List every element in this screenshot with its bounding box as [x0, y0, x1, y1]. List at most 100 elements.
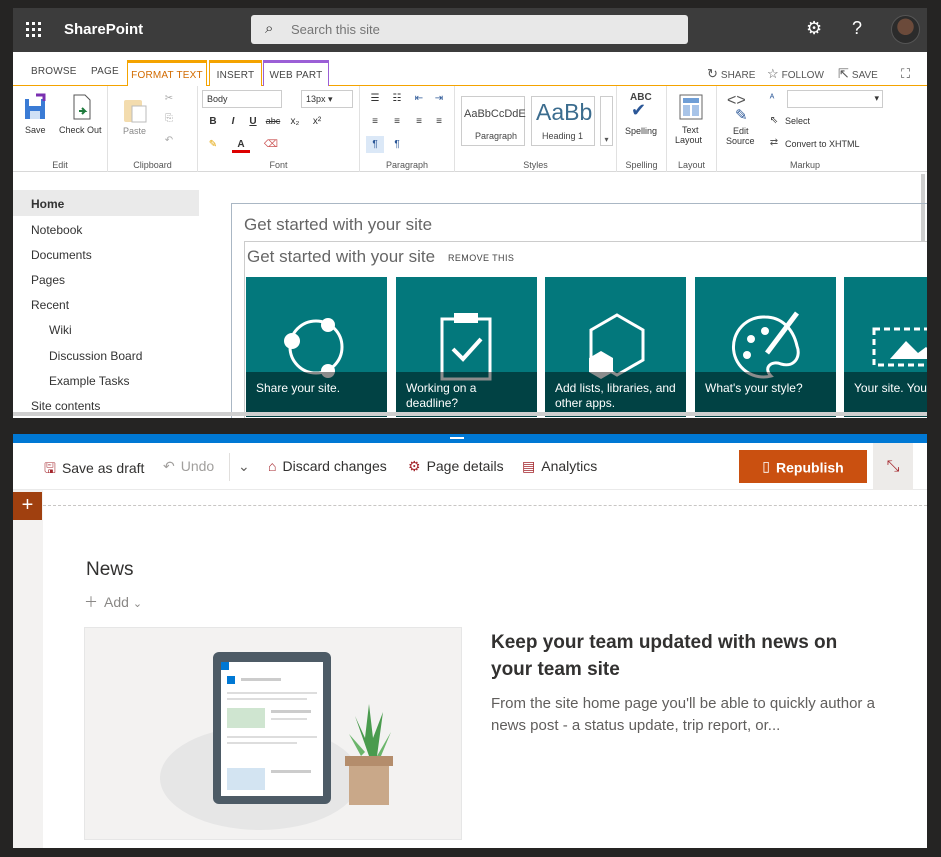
nav-item-pages[interactable]: Pages — [31, 273, 65, 287]
avatar[interactable] — [891, 15, 920, 44]
tile-your-site[interactable]: Your site. Your — [844, 277, 927, 417]
styles-more-icon[interactable]: ▾ — [600, 96, 613, 146]
numbered-list-icon[interactable]: ☷ — [388, 90, 406, 107]
search-input[interactable] — [291, 15, 671, 44]
tile-style[interactable]: What's your style? — [695, 277, 836, 417]
undo-menu-chevron-icon[interactable]: ⌄ — [238, 458, 250, 475]
convert-xhtml-button[interactable]: Convert to XHTML — [785, 139, 860, 149]
font-size-select[interactable]: 13px ▾ — [301, 90, 353, 108]
style-paragraph[interactable]: AaBbCcDdE Paragraph — [461, 96, 526, 146]
undo-button[interactable]: ↶ Undo — [163, 458, 214, 475]
edit-source-label1[interactable]: Edit — [733, 126, 749, 136]
save-draft-label: Save as draft — [61, 460, 145, 476]
tab-insert[interactable]: INSERT — [209, 60, 262, 87]
save-button[interactable]: Save — [25, 125, 46, 135]
markup-style-select[interactable]: ▾ — [787, 90, 883, 108]
paste-icon[interactable] — [122, 96, 148, 129]
search-icon: ⌕ — [265, 20, 274, 37]
outdent-icon[interactable]: ⇤ — [410, 90, 428, 107]
news-illustration[interactable] — [84, 627, 462, 840]
tab-page[interactable]: PAGE — [91, 66, 119, 77]
spelling-group: ABC ✔ Spelling Spelling — [617, 86, 667, 172]
save-draft-button[interactable]: 🖫 Save as draft — [44, 458, 144, 482]
undo-icon: ↶ — [163, 458, 175, 474]
highlight-icon[interactable]: ✎ — [204, 136, 222, 153]
convert-icon[interactable]: ⇄ — [765, 134, 783, 151]
clear-format-icon[interactable]: ⌫ — [262, 136, 280, 153]
copy-icon[interactable]: ⎘ — [160, 110, 178, 127]
add-news-label: Add — [104, 594, 129, 610]
republish-button[interactable]: ▯ Republish — [739, 450, 867, 483]
align-center-icon[interactable]: ≡ — [388, 113, 406, 130]
check-out-button[interactable]: Check Out — [59, 125, 102, 135]
save-action[interactable]: ⇱ SAVE — [838, 66, 878, 82]
remove-this-link[interactable]: REMOVE THIS — [448, 253, 514, 263]
select-cursor-icon[interactable]: ⇖ — [765, 112, 783, 129]
help-icon[interactable]: ? — [852, 18, 862, 39]
add-section-button[interactable]: + — [13, 492, 42, 520]
tile-add-apps[interactable]: Add lists, libraries, and other apps. — [545, 277, 686, 417]
language-icon[interactable]: ᴬ — [763, 90, 781, 107]
nav-item-home[interactable]: Home — [13, 190, 199, 216]
follow-action[interactable]: ☆ FOLLOW — [767, 66, 824, 82]
focus-content-icon[interactable]: ⛶ — [901, 66, 910, 82]
paste-button[interactable]: Paste — [123, 126, 146, 136]
edit-group: Save Check Out Edit — [13, 86, 108, 172]
search-box[interactable]: ⌕ — [251, 15, 688, 44]
cut-icon[interactable]: ✂ — [160, 90, 178, 107]
align-right-icon[interactable]: ≡ — [410, 113, 428, 130]
justify-icon[interactable]: ≡ — [430, 113, 448, 130]
tile-deadline[interactable]: Working on a deadline? — [396, 277, 537, 417]
tile-share-site[interactable]: Share your site. — [246, 277, 387, 417]
nav-item-recent[interactable]: Recent — [31, 298, 69, 312]
collapse-icon[interactable]: ⤡ — [873, 443, 913, 490]
app-name[interactable]: SharePoint — [64, 21, 143, 38]
indent-icon[interactable]: ⇥ — [430, 90, 448, 107]
drag-handle-icon[interactable] — [450, 437, 464, 439]
gear-icon[interactable]: ⚙ — [806, 18, 822, 39]
edit-mode-bar — [13, 434, 927, 443]
discard-changes-button[interactable]: ⌂ Discard changes — [268, 458, 387, 474]
add-news-button[interactable]: ＋ Add ⌄ — [84, 592, 142, 612]
style-heading1[interactable]: AaBb Heading 1 — [531, 96, 595, 146]
bold-button[interactable]: B — [204, 113, 222, 130]
italic-button[interactable]: I — [224, 113, 242, 130]
nav-item-notebook[interactable]: Notebook — [31, 223, 82, 237]
ltr-icon[interactable]: ¶ — [366, 136, 384, 153]
news-headline[interactable]: Keep your team updated with news on your… — [491, 629, 871, 683]
nav-item-documents[interactable]: Documents — [31, 248, 92, 262]
font-style-select[interactable]: Body — [202, 90, 282, 108]
check-out-icon[interactable] — [69, 93, 95, 126]
tab-web-part[interactable]: WEB PART — [263, 60, 329, 87]
checkmark-icon[interactable]: ✔ — [631, 100, 646, 121]
text-layout-label1[interactable]: Text — [682, 125, 699, 135]
analytics-label: Analytics — [541, 458, 598, 474]
text-layout-label2[interactable]: Layout — [675, 135, 702, 145]
app-launcher-icon[interactable] — [26, 22, 42, 38]
rtl-icon[interactable]: ¶ — [388, 136, 406, 153]
tab-browse[interactable]: BROWSE — [31, 66, 77, 77]
align-left-icon[interactable]: ≡ — [366, 113, 384, 130]
subscript-button[interactable]: x₂ — [286, 113, 304, 130]
nav-item-discussion-board[interactable]: Discussion Board — [49, 349, 142, 363]
select-button[interactable]: Select — [785, 116, 810, 126]
analytics-button[interactable]: ▤ Analytics — [522, 458, 597, 475]
page-details-button[interactable]: ⚙ Page details — [408, 458, 504, 475]
superscript-button[interactable]: x² — [308, 113, 326, 130]
nav-item-site-contents[interactable]: Site contents — [31, 399, 100, 413]
bullet-list-icon[interactable]: ☰ — [366, 90, 384, 107]
text-layout-icon[interactable] — [679, 94, 703, 125]
share-action[interactable]: ↻ SHARE — [707, 66, 755, 82]
layout-group-label: Layout — [677, 160, 706, 170]
nav-item-example-tasks[interactable]: Example Tasks — [49, 374, 129, 388]
tab-format-text[interactable]: FORMAT TEXT — [127, 60, 207, 87]
save-icon[interactable] — [22, 93, 48, 126]
font-color-icon[interactable]: A — [232, 136, 250, 153]
nav-item-wiki[interactable]: Wiki — [49, 323, 72, 337]
page-scrollbar-horizontal[interactable] — [13, 412, 927, 416]
underline-button[interactable]: U — [244, 113, 262, 130]
edit-source-label2[interactable]: Source — [726, 136, 755, 146]
strikethrough-button[interactable]: abc — [264, 113, 282, 130]
undo-icon[interactable]: ↶ — [160, 132, 178, 149]
spelling-button[interactable]: Spelling — [625, 126, 657, 136]
